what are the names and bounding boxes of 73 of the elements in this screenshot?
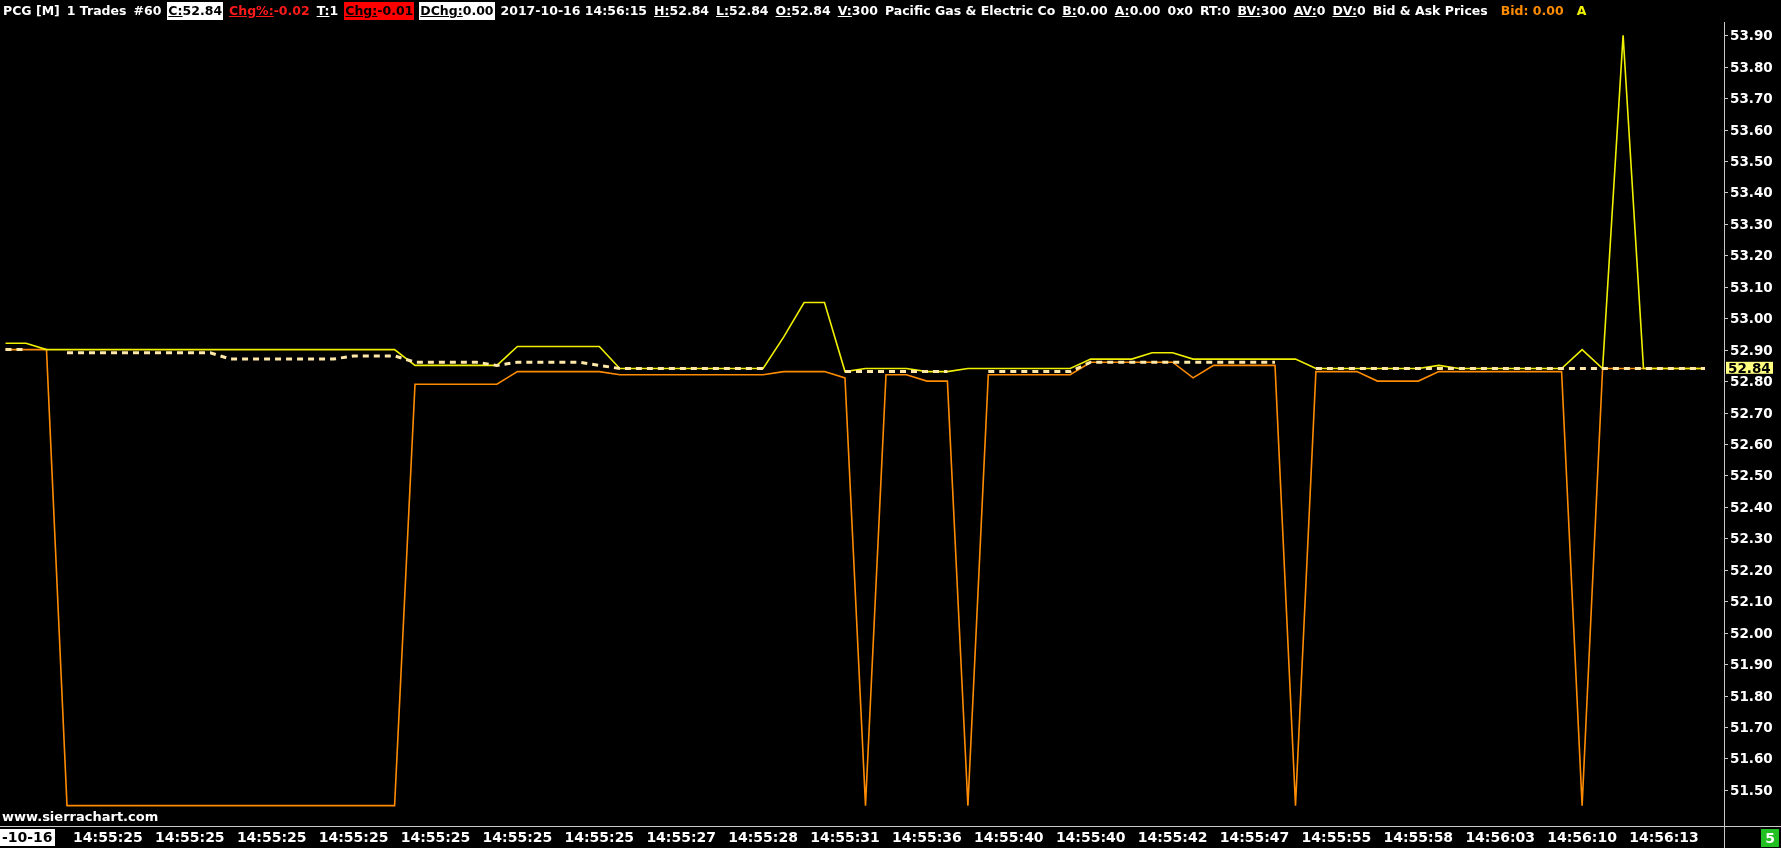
axis-label: 53.90 — [1730, 28, 1773, 42]
quote-field: AV:0 — [1292, 2, 1327, 20]
axis-label: 53.70 — [1730, 91, 1773, 105]
quote-field: L:52.84 — [715, 2, 770, 20]
axis-label: 52.70 — [1730, 406, 1773, 419]
axis-label: 14:55:28 — [728, 829, 798, 846]
axis-label: 53.00 — [1730, 311, 1773, 325]
axis-label: 14:55:25 — [400, 829, 471, 846]
date-label: -10-16 — [0, 829, 55, 846]
quote-field: Chg%:-0.02 — [228, 2, 311, 20]
quote-field: A — [1575, 2, 1588, 20]
axis-label: 52.10 — [1730, 594, 1773, 608]
last-price-label: 52.84 — [1726, 361, 1773, 374]
website-text: www.sierrachart.com — [2, 809, 159, 824]
axis-label: 52.80 — [1730, 374, 1773, 388]
axis-label: 14:55:25 — [154, 829, 225, 846]
quote-field: B:0.00 — [1061, 2, 1109, 20]
quote-field: 1 Trades — [65, 2, 128, 20]
axis-label: 51.90 — [1730, 657, 1773, 671]
axis-label: 51.60 — [1730, 751, 1773, 765]
axis-label: 14:55:25 — [318, 829, 389, 846]
quote-field: H:52.84 — [653, 2, 711, 20]
quote-field: BV:300 — [1236, 2, 1288, 20]
axis-label: 52.60 — [1730, 437, 1773, 451]
axis-label: 53.60 — [1730, 123, 1773, 137]
axis-label: 52.00 — [1730, 626, 1773, 640]
axis-label: 14:55:25 — [73, 829, 143, 846]
axis-label: 14:55:27 — [646, 829, 717, 846]
axis-label: 14:55:47 — [1219, 829, 1290, 846]
axis-label: 14:55:31 — [810, 829, 880, 846]
quote-field: O:52.84 — [774, 2, 832, 20]
axis-label: 51.80 — [1730, 689, 1773, 702]
axis-label: 14:55:25 — [482, 829, 553, 846]
axis-label: 53.40 — [1730, 185, 1773, 199]
axis-label: 53.50 — [1730, 154, 1773, 168]
axis-label: 14:55:42 — [1137, 829, 1208, 846]
quote-field: RT:0 — [1198, 2, 1232, 20]
axis-label: 53.80 — [1730, 60, 1773, 74]
quote-field: 0x0 — [1166, 2, 1194, 20]
axis-label: 14:55:25 — [564, 829, 635, 846]
axis-label: 51.50 — [1730, 783, 1773, 797]
axis-label: 14:55:25 — [236, 829, 307, 846]
quote-field: T:1 — [315, 2, 340, 20]
axis-label: 14:56:13 — [1629, 829, 1699, 846]
axis-label: 53.20 — [1730, 248, 1773, 262]
axis-label: 14:56:10 — [1547, 829, 1617, 846]
axis-label: 52.90 — [1730, 343, 1773, 357]
axis-label: 53.10 — [1730, 280, 1773, 294]
quote-field: A:0.00 — [1113, 2, 1162, 20]
axis-label: 52.50 — [1730, 468, 1773, 482]
axis-label: 52.20 — [1730, 563, 1773, 577]
axis-label: 14:55:55 — [1301, 829, 1372, 846]
axis-label: 53.30 — [1730, 217, 1773, 231]
quote-field: V:300 — [836, 2, 879, 20]
quote-field: PCG [M] — [2, 2, 61, 20]
axis-label: 14:55:40 — [1055, 829, 1126, 846]
quote-field: C:52.84 — [167, 2, 224, 20]
axis-label: 51.70 — [1730, 720, 1773, 734]
axis-label: 14:55:58 — [1383, 829, 1454, 846]
axis-label: 52.30 — [1730, 531, 1773, 545]
quote-field: Chg:-0.01 — [344, 2, 415, 20]
axis-label: 52.40 — [1730, 500, 1773, 514]
axis-label: 14:55:40 — [973, 829, 1044, 846]
quote-field: 2017-10-16 14:56:15 — [499, 2, 649, 20]
quote-field: DV:0 — [1331, 2, 1367, 20]
quote-field: Bid & Ask Prices — [1371, 2, 1489, 20]
quote-field: Bid: 0.00 — [1499, 2, 1565, 20]
quote-field: DChg:0.00 — [419, 2, 495, 20]
quote-field: #60 — [132, 2, 163, 20]
quote-field: Pacific Gas & Electric Co — [883, 2, 1057, 20]
axis-label: 14:55:36 — [892, 829, 962, 846]
count-badge: 5 — [1761, 828, 1779, 847]
axis-label: 14:56:03 — [1465, 829, 1536, 846]
